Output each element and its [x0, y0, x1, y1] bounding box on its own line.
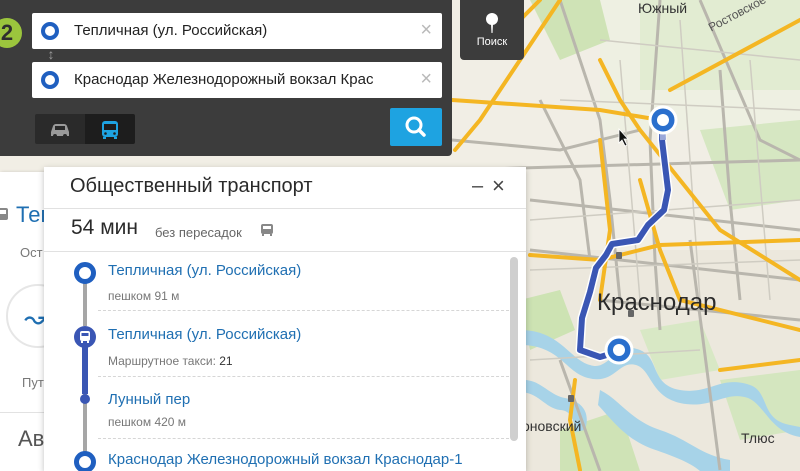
clear-to-icon[interactable]: ×: [420, 69, 432, 89]
bus-small-icon: [261, 224, 273, 236]
step-subtitle: пешком 420 м: [108, 415, 187, 429]
search-toggle-button[interactable]: Поиск: [460, 0, 524, 60]
transfers-info: без пересадок: [155, 225, 242, 240]
trip-duration: 54 мин: [71, 216, 138, 239]
step-title[interactable]: Тепличная (ул. Российская): [108, 262, 301, 279]
bus-stop-icon: [74, 326, 96, 348]
route-start-marker[interactable]: [648, 105, 678, 135]
mode-car-button[interactable]: [35, 114, 85, 144]
logo-badge: 2: [0, 18, 22, 48]
step-divider: [98, 438, 514, 439]
step-title[interactable]: Лунный пер: [108, 391, 190, 408]
step-subtitle: Маршрутное такси: 21: [108, 354, 233, 368]
map-bottom-label: оновский: [522, 418, 582, 434]
bus-icon: [102, 121, 118, 139]
close-icon[interactable]: ×: [492, 173, 505, 199]
route-icon: ↝: [24, 303, 44, 334]
step-divider: [98, 376, 514, 377]
transfer-stop-icon: [80, 394, 90, 404]
from-marker-icon: [41, 22, 59, 40]
end-stop-icon: [74, 451, 96, 471]
magnifier-icon: [405, 116, 426, 137]
mode-bus-button[interactable]: [85, 114, 135, 144]
place-title[interactable]: Тепл: [16, 202, 44, 228]
step-title[interactable]: Краснодар Железнодорожный вокзал Краснод…: [108, 451, 463, 468]
route-number: 21: [219, 354, 233, 368]
side-bus-icon: [0, 208, 8, 220]
to-marker-icon: [41, 71, 59, 89]
route-to-field[interactable]: Краснодар Железнодорожный вокзал Крас ×: [32, 62, 442, 98]
start-stop-icon: [74, 262, 96, 284]
side-divider: [0, 412, 44, 413]
route-to-value[interactable]: Краснодар Железнодорожный вокзал Крас: [74, 71, 409, 88]
step-title[interactable]: Тепличная (ул. Российская): [108, 326, 301, 343]
step-divider: [98, 310, 514, 311]
header-divider: [44, 208, 526, 209]
route-search-button[interactable]: [390, 108, 442, 146]
map-district-label: Южный: [638, 0, 688, 16]
section-heading: Ав: [18, 426, 44, 451]
panel-title: Общественный транспорт: [70, 175, 313, 197]
route-search-panel: 2 Тепличная (ул. Российская) × ↕ Краснод…: [0, 0, 452, 156]
public-transport-panel: Общественный транспорт – × 54 мин без пе…: [44, 167, 526, 471]
clear-from-icon[interactable]: ×: [420, 20, 432, 40]
search-toggle-label: Поиск: [476, 36, 508, 48]
car-icon: [51, 124, 69, 138]
transport-type: Маршрутное такси:: [108, 354, 216, 368]
route-from-field[interactable]: Тепличная (ул. Российская) ×: [32, 13, 442, 49]
pin-icon: [486, 13, 498, 33]
route-end-marker[interactable]: [604, 335, 634, 365]
route-steps: Тепличная (ул. Российская) пешком 91 м Т…: [44, 252, 518, 471]
scrollbar[interactable]: [510, 257, 518, 441]
step-subtitle: пешком 91 м: [108, 289, 180, 303]
route-from-value[interactable]: Тепличная (ул. Российская): [74, 22, 409, 39]
place-card-panel: Тепл Ост ↝ Пут Ав: [0, 172, 44, 471]
place-subtitle: Ост: [20, 245, 43, 260]
map-right-label: Тлюс: [741, 430, 775, 446]
map-city-label: Краснодар: [597, 289, 717, 316]
minimize-icon[interactable]: –: [472, 175, 483, 198]
route-caption: Пут: [22, 375, 44, 390]
